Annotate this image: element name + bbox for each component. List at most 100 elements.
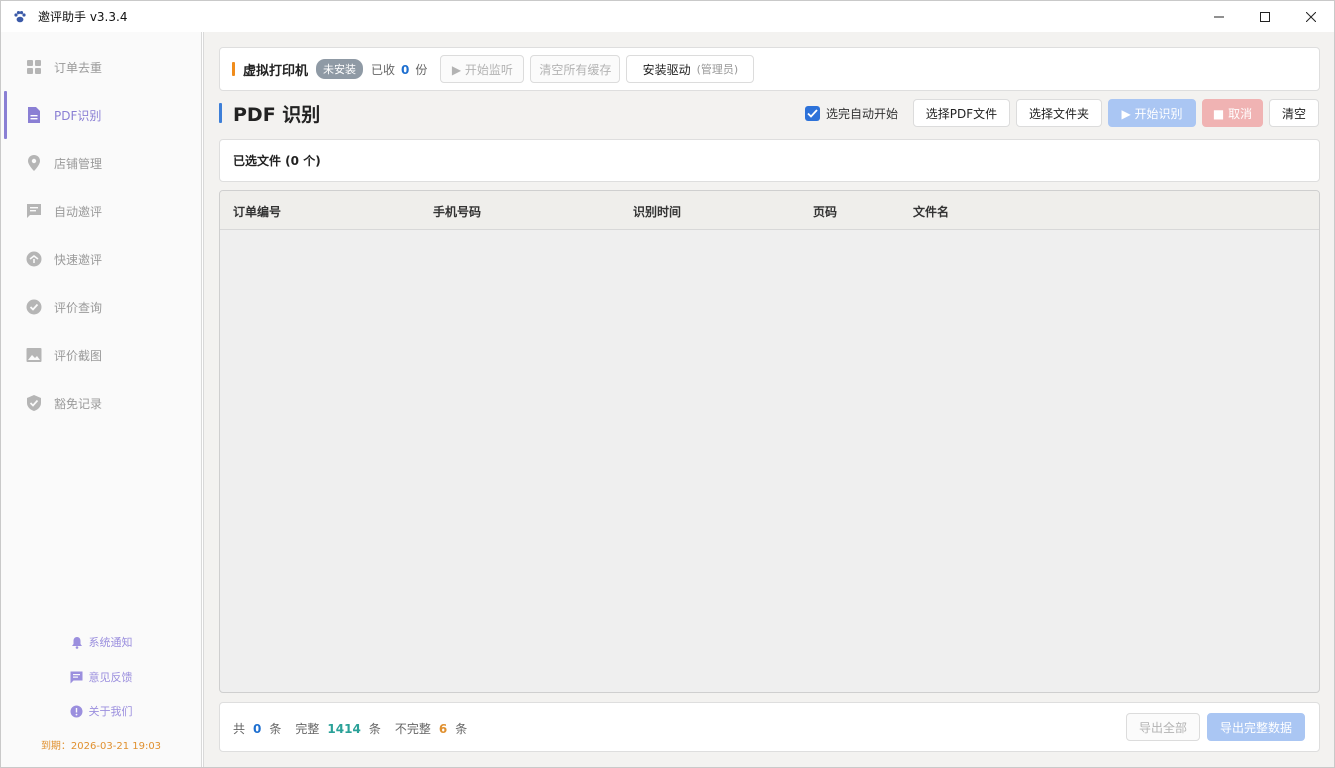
results-table: 订单编号 手机号码 识别时间 页码 文件名 bbox=[219, 190, 1320, 693]
auto-start-label: 选完自动开始 bbox=[826, 107, 899, 121]
selected-files-label: 已选文件 (0 个) bbox=[233, 154, 321, 168]
stats-footer: 共 0 条 完整 1414 条 不完整 6 条 导出全部 导出完整数据 bbox=[219, 702, 1320, 752]
export-all-label: 导出全部 bbox=[1138, 720, 1187, 735]
sidebar: 订单去重 PDF识别 店铺管理 自动邀评 快速邀评 评价查询 评价截图 豁免记录… bbox=[1, 32, 202, 767]
file-icon bbox=[25, 106, 43, 124]
table-header: 订单编号 手机号码 识别时间 页码 文件名 bbox=[220, 191, 1319, 230]
sidebar-item-dedup[interactable]: 订单去重 bbox=[1, 43, 201, 91]
title-bar: 邀评助手 v3.3.4 bbox=[1, 1, 1334, 32]
selected-files-card: 已选文件 (0 个) bbox=[219, 139, 1320, 182]
export-complete-button[interactable]: 导出完整数据 bbox=[1207, 713, 1305, 741]
sidebar-item-label: 订单去重 bbox=[54, 60, 103, 75]
auto-start-checkbox[interactable]: 选完自动开始 bbox=[805, 105, 898, 122]
close-button[interactable] bbox=[1288, 1, 1334, 32]
sidebar-item-review-screenshot[interactable]: 评价截图 bbox=[1, 331, 201, 379]
sidebar-item-label: 评价截图 bbox=[54, 348, 103, 363]
start-monitor-label: ▶ 开始监听 bbox=[451, 62, 513, 77]
expire-date: 到期：2026-03-21 19:03 bbox=[40, 741, 162, 752]
accent-bar bbox=[232, 62, 235, 76]
maximize-button[interactable] bbox=[1242, 1, 1288, 32]
clear-cache-label: 清空所有缓存 bbox=[539, 62, 612, 77]
received-number: 0 bbox=[401, 62, 410, 77]
sidebar-item-auto-invite[interactable]: 自动邀评 bbox=[1, 187, 201, 235]
cancel-button[interactable]: ■ 取消 bbox=[1202, 99, 1263, 127]
close-icon bbox=[1306, 11, 1316, 22]
grid-icon bbox=[25, 58, 43, 76]
maximize-icon bbox=[1260, 11, 1270, 22]
total-prefix: 共 bbox=[233, 722, 246, 736]
clear-label: 清空 bbox=[1281, 106, 1306, 121]
column-header-time[interactable]: 识别时间 bbox=[633, 203, 681, 220]
select-pdf-label: 选择PDF文件 bbox=[925, 106, 998, 121]
sidebar-item-pdf[interactable]: PDF识别 bbox=[1, 91, 201, 139]
incomplete-count: 6 bbox=[438, 721, 448, 736]
export-all-button[interactable]: 导出全部 bbox=[1126, 713, 1200, 741]
total-count: 0 bbox=[253, 721, 262, 736]
minimize-button[interactable] bbox=[1196, 1, 1242, 32]
start-monitor-button[interactable]: ▶ 开始监听 bbox=[440, 55, 525, 83]
start-recognize-button[interactable]: ▶ 开始识别 bbox=[1108, 99, 1196, 127]
column-header-phone[interactable]: 手机号码 bbox=[433, 203, 481, 220]
message-icon bbox=[25, 202, 43, 220]
column-header-filename[interactable]: 文件名 bbox=[913, 203, 949, 220]
location-pin-icon bbox=[25, 154, 43, 172]
select-folder-label: 选择文件夹 bbox=[1028, 106, 1089, 121]
page-header: PDF 识别 选完自动开始 选择PDF文件 选择文件夹 ▶ 开始识别 ■ 取消 … bbox=[219, 98, 1320, 128]
column-header-page[interactable]: 页码 bbox=[813, 203, 837, 220]
export-complete-label: 导出完整数据 bbox=[1219, 720, 1292, 735]
install-driver-label: 安装驱动 bbox=[642, 62, 691, 77]
main-panel: 虚拟打印机 未安装 已收 0 份 ▶ 开始监听 清空所有缓存 安装驱动 (管理员) … bbox=[203, 32, 1334, 767]
received-suffix: 份 bbox=[415, 62, 428, 77]
image-icon bbox=[25, 346, 43, 364]
sidebar-item-label: 自动邀评 bbox=[54, 204, 103, 219]
received-count: 已收 0 份 bbox=[371, 61, 427, 78]
select-folder-button[interactable]: 选择文件夹 bbox=[1016, 99, 1102, 127]
virtual-printer-card: 虚拟打印机 未安装 已收 0 份 ▶ 开始监听 清空所有缓存 安装驱动 (管理员) bbox=[219, 47, 1320, 91]
feedback-icon bbox=[70, 670, 84, 684]
feedback-label: 意见反馈 bbox=[88, 671, 133, 684]
paw-icon bbox=[12, 9, 28, 25]
sidebar-item-shops[interactable]: 店铺管理 bbox=[1, 139, 201, 187]
complete-prefix: 完整 bbox=[295, 722, 320, 736]
install-driver-button[interactable]: 安装驱动 (管理员) bbox=[626, 55, 755, 83]
app-window: 邀评助手 v3.3.4 订单去重 PDF识别 店铺管理 自动邀评 快速邀评 评价… bbox=[0, 0, 1335, 768]
sidebar-item-label: 评价查询 bbox=[54, 300, 103, 315]
info-icon bbox=[70, 704, 84, 718]
stats-summary: 共 0 条 完整 1414 条 不完整 6 条 bbox=[233, 720, 467, 737]
received-prefix: 已收 bbox=[371, 62, 396, 77]
about-label: 关于我们 bbox=[88, 705, 133, 718]
install-driver-note: (管理员) bbox=[696, 63, 739, 76]
feedback-link[interactable]: 意见反馈 bbox=[1, 667, 201, 687]
clear-button[interactable]: 清空 bbox=[1269, 99, 1319, 127]
sidebar-item-quick-invite[interactable]: 快速邀评 bbox=[1, 235, 201, 283]
system-notify-label: 系统通知 bbox=[88, 636, 133, 649]
clear-cache-button[interactable]: 清空所有缓存 bbox=[530, 55, 621, 83]
checkbox-checked-icon bbox=[805, 106, 820, 121]
minimize-icon bbox=[1214, 16, 1224, 17]
sidebar-item-label: 店铺管理 bbox=[54, 156, 103, 171]
heading-accent-bar bbox=[219, 103, 222, 123]
select-pdf-button[interactable]: 选择PDF文件 bbox=[913, 99, 1010, 127]
total-suffix: 条 bbox=[269, 722, 282, 736]
sidebar-item-label: 豁免记录 bbox=[54, 396, 103, 411]
start-recognize-label: ▶ 开始识别 bbox=[1121, 106, 1183, 121]
column-header-order-id[interactable]: 订单编号 bbox=[233, 203, 281, 220]
status-badge: 未安装 bbox=[316, 59, 364, 79]
complete-count: 1414 bbox=[327, 721, 361, 736]
printer-title: 虚拟打印机 bbox=[243, 63, 309, 79]
system-notify-link[interactable]: 系统通知 bbox=[1, 632, 201, 652]
page-title: PDF 识别 bbox=[233, 104, 321, 126]
window-title: 邀评助手 v3.3.4 bbox=[38, 10, 128, 24]
check-circle-icon bbox=[25, 298, 43, 316]
incomplete-suffix: 条 bbox=[455, 722, 468, 736]
sidebar-item-label: 快速邀评 bbox=[54, 252, 103, 267]
cancel-label: ■ 取消 bbox=[1212, 106, 1253, 121]
sidebar-item-exemption[interactable]: 豁免记录 bbox=[1, 379, 201, 427]
shield-check-icon bbox=[25, 394, 43, 412]
complete-suffix: 条 bbox=[368, 722, 381, 736]
sidebar-item-label: PDF识别 bbox=[54, 108, 102, 123]
window-controls bbox=[1196, 1, 1334, 32]
sidebar-item-review-query[interactable]: 评价查询 bbox=[1, 283, 201, 331]
incomplete-prefix: 不完整 bbox=[394, 722, 431, 736]
about-link[interactable]: 关于我们 bbox=[1, 701, 201, 721]
